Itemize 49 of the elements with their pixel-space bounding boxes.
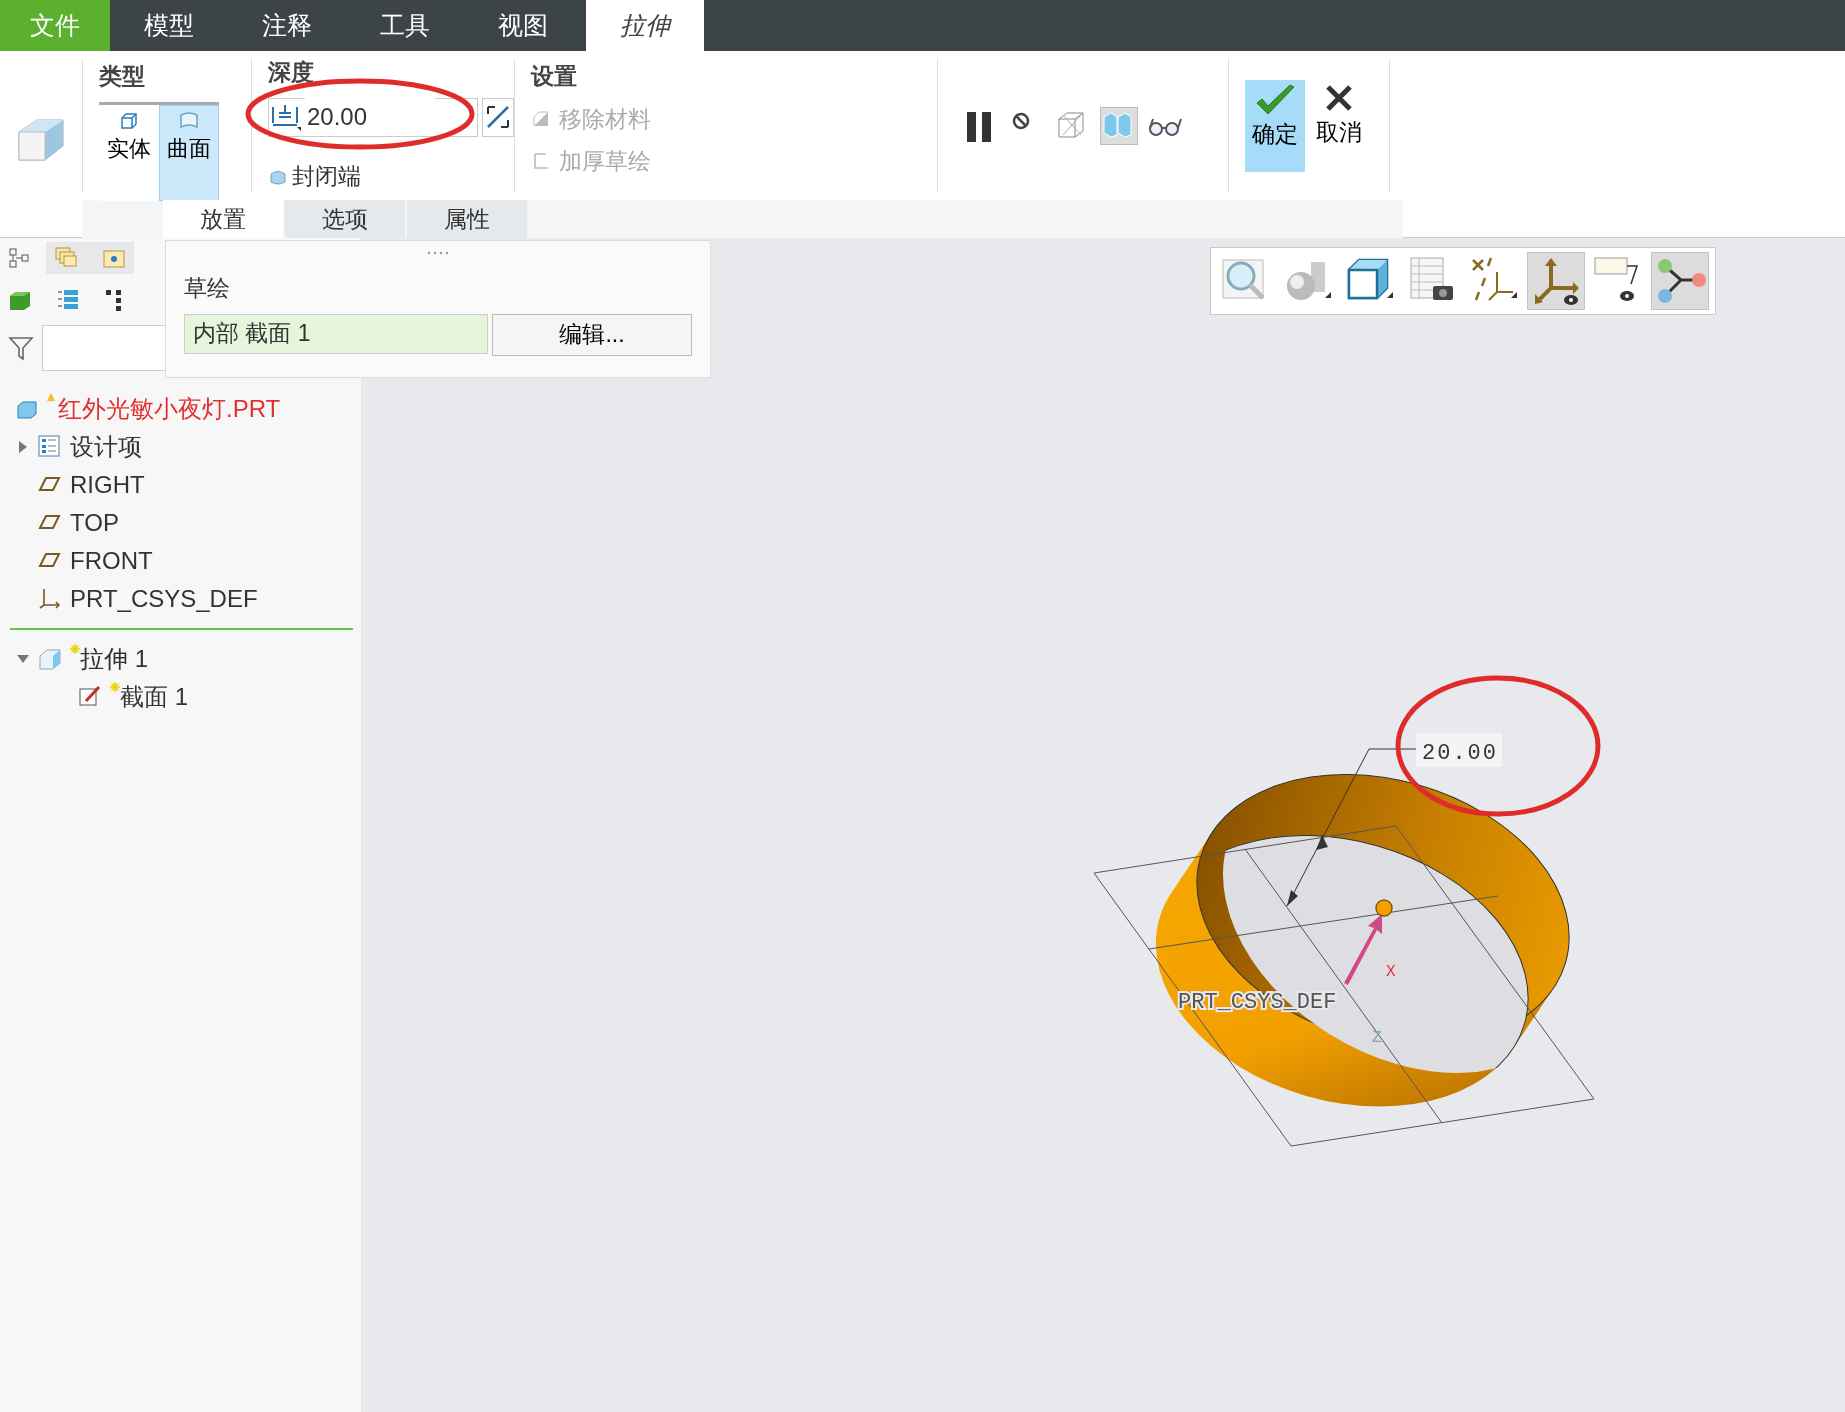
tree-item[interactable]: 设计项 [70, 429, 142, 465]
tree-icon[interactable] [8, 247, 30, 269]
tree-item[interactable]: PRT_CSYS_DEF [70, 581, 258, 617]
panel-tab[interactable]: 属性 [407, 200, 527, 238]
dimension-value[interactable]: 20.00 [1422, 741, 1498, 766]
tree-item[interactable]: 拉伸 1 [80, 641, 148, 677]
sketch-field[interactable]: 内部 截面 1 [184, 313, 488, 354]
capped-ends-option[interactable]: 封闭端 [292, 158, 361, 193]
group-title: 设置 [531, 62, 578, 91]
filter-field[interactable] [42, 325, 166, 371]
coordinate-system-icon [38, 587, 62, 611]
thicken-icon [531, 151, 551, 172]
panel-tab[interactable]: 放置 [163, 200, 283, 238]
ok-button[interactable]: 确定 [1245, 79, 1305, 172]
tree-item[interactable]: RIGHT [70, 467, 145, 503]
tree-item[interactable]: FRONT [70, 543, 153, 579]
tree-item[interactable]: TOP [70, 505, 119, 541]
edit-button[interactable]: 编辑... [491, 313, 692, 356]
direction-arrow [1344, 914, 1382, 985]
tree-item[interactable]: 截面 1 [120, 679, 188, 715]
list-icon[interactable] [56, 288, 80, 312]
toolbar-button[interactable] [1527, 252, 1585, 310]
drag-handle[interactable] [1375, 899, 1393, 917]
extrude-icon [38, 647, 62, 671]
warning-icon [46, 392, 56, 402]
ribbon-tab[interactable]: 模型 [110, 0, 228, 51]
ribbon-tab[interactable]: 注释 [228, 0, 346, 51]
ribbon-tab[interactable]: 工具 [346, 0, 464, 51]
group-title: 深度 [268, 58, 315, 87]
toolbar-button[interactable] [1651, 252, 1709, 310]
axis-label: X [1386, 963, 1396, 981]
panel-tab[interactable]: 选项 [285, 200, 405, 238]
ribbon-tab[interactable]: 拉伸 [586, 0, 704, 51]
design-items-icon [38, 435, 62, 459]
model-name[interactable]: 红外光敏小夜灯.PRT [58, 391, 281, 427]
remove-material-icon [531, 108, 551, 129]
cancel-button[interactable]: 取消 [1309, 79, 1369, 172]
flip-direction-button[interactable] [482, 97, 514, 137]
ribbon-tab[interactable]: 视图 [464, 0, 582, 51]
sketch-icon [78, 685, 102, 709]
depth-field[interactable]: 20.00 [268, 97, 478, 137]
type-option[interactable]: 曲面 [159, 104, 219, 201]
axis-label: Z [1372, 1029, 1382, 1047]
columns-icon[interactable] [104, 288, 124, 312]
group-title: 类型 [99, 62, 146, 91]
grip-icon[interactable] [427, 251, 449, 255]
section-label: 草绘 [184, 275, 230, 301]
filter-icon[interactable] [8, 335, 34, 361]
part-icon [16, 398, 38, 420]
